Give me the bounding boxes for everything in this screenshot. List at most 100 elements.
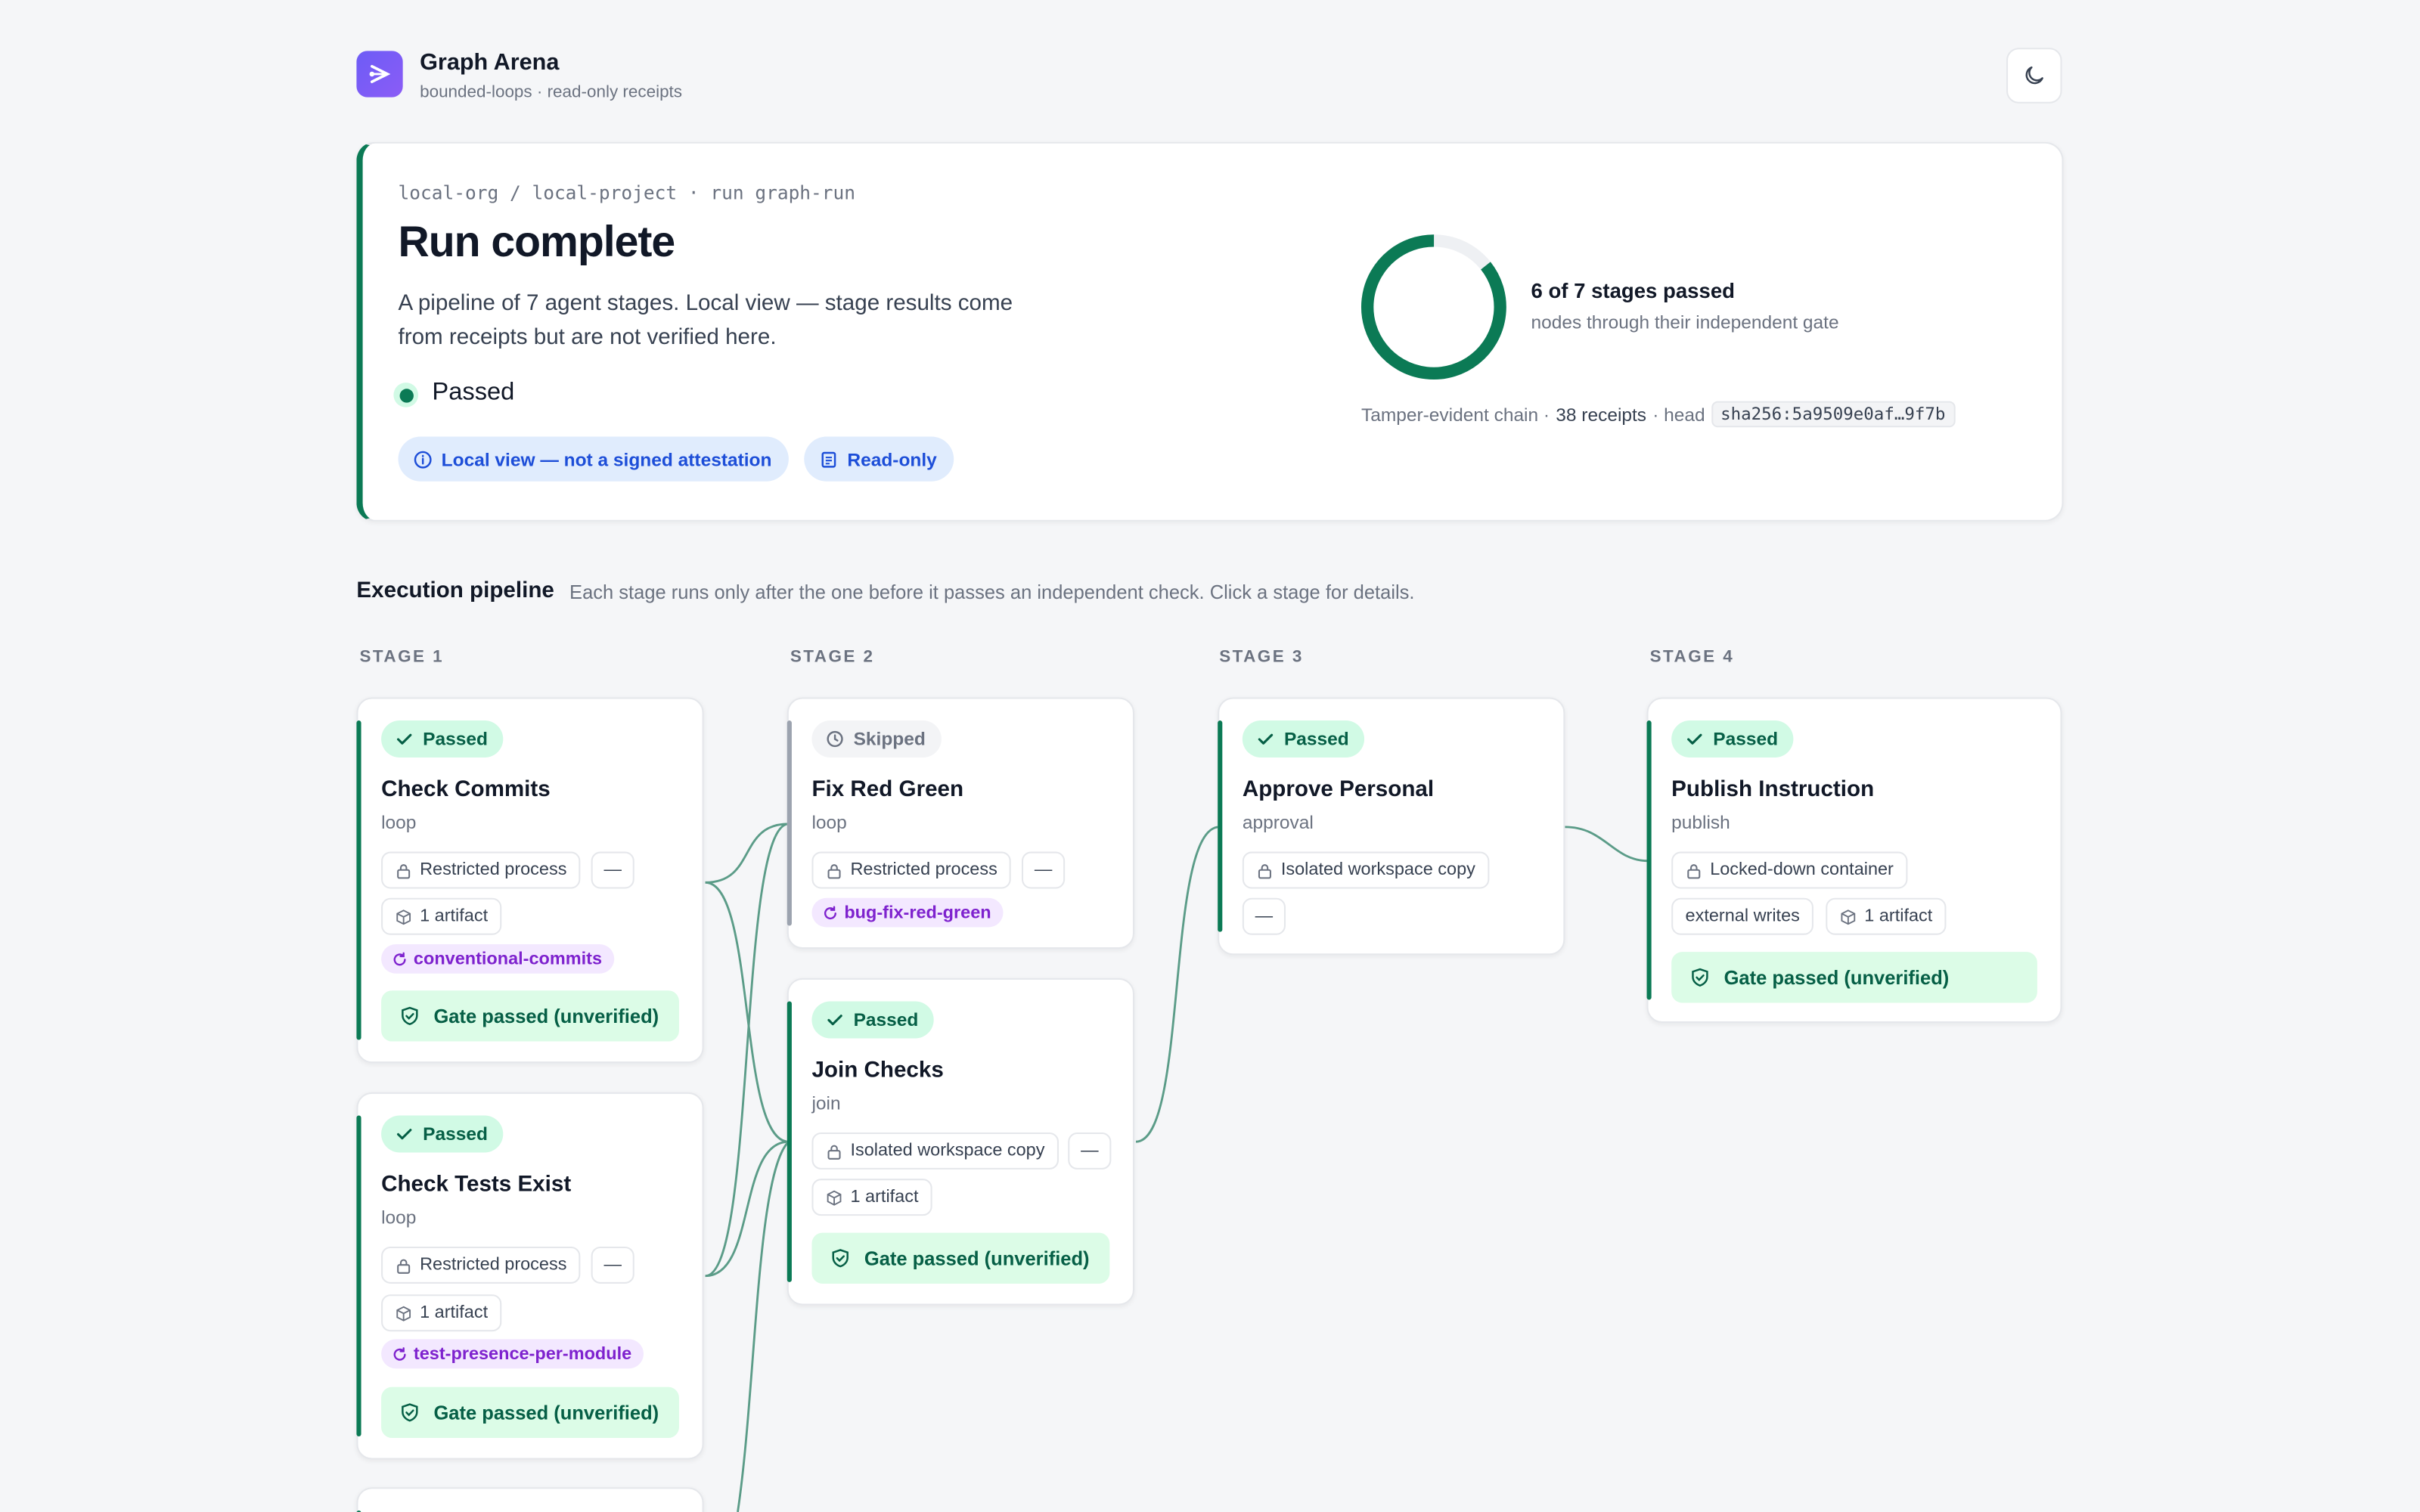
document-icon [821,451,836,467]
shield-check-icon [402,1006,418,1025]
node-kind: publish [1671,811,1730,834]
chain-sep: · head [1652,403,1705,426]
stage-header: STAGE 3 [1219,648,1304,667]
artifact-label: 1 artifact [850,1188,919,1207]
node-card-partial[interactable] [356,1487,704,1512]
status-accent [786,1001,792,1282]
shield-check-icon [832,1249,849,1268]
stages-passed-note: nodes through their independent gate [1531,311,1839,333]
sandbox-chip: Restricted process [811,851,1012,889]
connector-line [705,823,790,1278]
chain-head-hash[interactable]: sha256:5a9509e0af…9f7b [1711,401,1955,428]
extra-chip: — [1068,1132,1112,1170]
connector-line [705,823,789,884]
package-icon [396,1305,411,1321]
artifact-chip: 1 artifact [381,1294,502,1332]
status-label: Passed [853,1009,919,1031]
node-card-approve-personal[interactable]: Passed Approve Personal approval Isolate… [1218,697,1565,956]
chain-prefix: Tamper-evident chain · [1360,403,1550,426]
refresh-icon [393,1346,406,1360]
sandbox-chip: Isolated workspace copy [811,1132,1059,1170]
gate-label: Gate passed (unverified) [864,1247,1090,1269]
clock-icon [827,730,843,748]
artifact-label: 1 artifact [420,1303,489,1322]
gate-status: Gate passed (unverified) [381,990,679,1042]
status-accent [356,1115,361,1436]
artifact-chip: 1 artifact [1826,897,1947,935]
refresh-icon [824,905,836,919]
info-icon [414,450,432,468]
pipeline-title: Execution pipeline [356,578,554,603]
loop-tag[interactable]: bug-fix-red-green [811,897,1004,928]
receipt-count: 38 receipts [1556,403,1647,426]
refresh-icon [393,951,406,965]
artifact-label: 1 artifact [1864,906,1933,926]
status-badge: Passed [1242,720,1365,758]
loop-tag[interactable]: test-presence-per-module [381,1339,644,1369]
status-accent [356,720,361,1040]
loop-tag[interactable]: conventional-commits [381,943,615,974]
check-icon [827,1015,842,1026]
node-card-publish-instruction[interactable]: Passed Publish Instruction publish Locke… [1646,697,2062,1024]
sandbox-chip: Restricted process [381,1246,581,1284]
node-kind: loop [381,811,417,834]
node-title: Approve Personal [1242,777,1435,803]
status-accent [786,720,792,926]
node-title: Join Checks [811,1058,944,1083]
run-description: A pipeline of 7 agent stages. Local view… [398,291,1013,350]
status-badge: Passed [1671,720,1794,758]
status-badge: Passed [811,1001,934,1039]
shield-check-icon [402,1403,418,1422]
connector-line [705,1140,789,1278]
gate-status: Gate passed (unverified) [381,1387,679,1439]
sandbox-label: Isolated workspace copy [850,1142,1045,1160]
local-view-label: Local view — not a signed attestation [441,448,772,470]
loop-tag-label: conventional-commits [413,950,603,968]
local-view-badge[interactable]: Local view — not a signed attestation [398,436,789,482]
gate-label: Gate passed (unverified) [433,1402,659,1424]
artifact-chip: 1 artifact [381,897,502,935]
status-label: Passed [423,728,488,750]
theme-toggle-button[interactable] [2006,48,2062,104]
node-title: Check Commits [381,777,551,803]
node-title: Fix Red Green [811,777,964,803]
pipeline-description: Each stage runs only after the one befor… [569,581,1415,603]
lock-icon [827,863,841,878]
status-label: Passed [1713,728,1779,750]
app-logo [356,51,403,98]
connector-line [1565,826,1649,863]
node-card-fix-red-green[interactable]: Skipped Fix Red Green loop Restricted pr… [786,697,1134,950]
receipt-chain: Tamper-evident chain · 38 receipts · hea… [1361,401,1955,428]
sandbox-label: Locked-down container [1710,860,1894,880]
extra-chip: — [591,851,634,889]
node-title: Publish Instruction [1671,777,1875,803]
status-label: Passed [423,1123,488,1145]
graph-icon [369,64,391,83]
node-card-check-commits[interactable]: Passed Check Commits loop Restricted pro… [356,697,704,1064]
read-only-label: Read-only [847,448,937,470]
breadcrumb: local-org / local-project · run graph-ru… [398,181,856,204]
sandbox-label: Restricted process [850,860,997,880]
status-dot-icon [393,383,419,407]
progress-ring-fill [1360,234,1506,380]
loop-tag-label: bug-fix-red-green [844,903,991,922]
extra-chip: — [1242,897,1286,935]
shield-check-icon [1692,968,1708,987]
node-card-check-tests-exist[interactable]: Passed Check Tests Exist loop Restricted… [356,1092,704,1460]
stage-header: STAGE 1 [359,648,445,667]
node-card-join-checks[interactable]: Passed Join Checks join Isolated workspa… [786,978,1134,1306]
artifact-label: 1 artifact [420,906,489,926]
stages-passed-count: 6 of 7 stages passed [1531,279,1735,302]
status-accent [1646,720,1652,1000]
node-title: Check Tests Exist [381,1173,572,1198]
app-title: Graph Arena [420,49,560,76]
package-icon [396,909,411,925]
status-label: Skipped [853,728,926,750]
sandbox-chip: Isolated workspace copy [1242,851,1490,889]
sandbox-label: Restricted process [420,1256,567,1275]
read-only-badge[interactable]: Read-only [804,436,954,482]
check-icon [396,1129,412,1140]
gate-status: Gate passed (unverified) [1671,952,2037,1003]
status-badge: Skipped [811,720,942,758]
sandbox-chip: Restricted process [381,851,581,889]
